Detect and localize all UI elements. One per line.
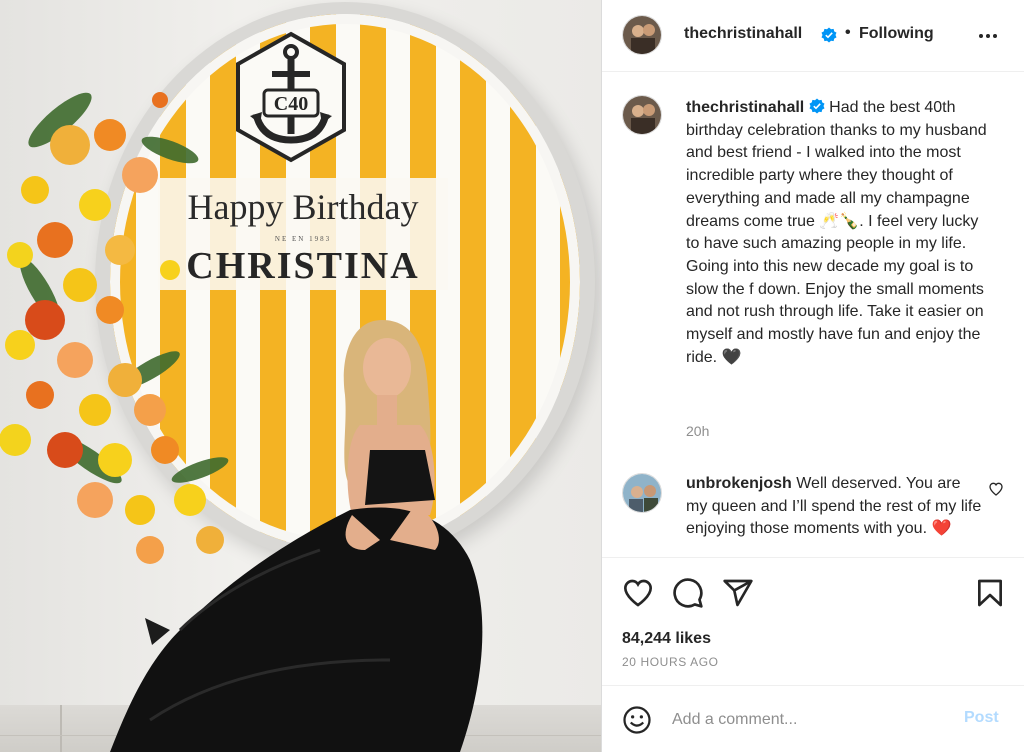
author-avatar[interactable] [622, 95, 662, 135]
post-actions: 84,244 likes 20 HOURS AGO [602, 557, 1024, 685]
share-icon[interactable] [722, 577, 754, 609]
post-caption: thechristinahall Had the best 40th birth… [686, 97, 996, 369]
caption-timestamp[interactable]: 20h [686, 423, 709, 439]
author-avatar[interactable] [622, 15, 662, 55]
post-timestamp[interactable]: 20 HOURS AGO [622, 655, 719, 669]
caption-text: Had the best 40th birthday celebration t… [686, 99, 987, 366]
emoji-icon[interactable] [622, 705, 652, 735]
post-comment-button[interactable]: Post [964, 709, 999, 727]
post-details-panel: thechristinahall • Following thechristin… [601, 0, 1024, 752]
like-count[interactable]: 84,244 likes [622, 630, 711, 648]
heart-icon[interactable] [622, 577, 654, 609]
post-header: thechristinahall • Following [602, 0, 1024, 72]
comments-section[interactable]: thechristinahall Had the best 40th birth… [602, 73, 1024, 557]
comment-item: unbrokenjosh Well deserved. You are my q… [686, 473, 986, 541]
person-in-black-dress [110, 320, 483, 752]
caption-username[interactable]: thechristinahall [686, 99, 804, 116]
bookmark-icon[interactable] [974, 577, 1006, 609]
commenter-avatar[interactable] [622, 473, 662, 513]
add-comment-input[interactable] [672, 709, 942, 731]
comment-like-heart-icon[interactable] [988, 481, 1004, 497]
post-photo[interactable]: C40 Happy Birthday NE EN 1983 CHRISTINA [0, 0, 601, 752]
comment-icon[interactable] [672, 577, 704, 609]
comment-username[interactable]: unbrokenjosh [686, 475, 792, 492]
header-separator: • [845, 24, 851, 41]
comment-composer: Post [602, 685, 1024, 752]
badge-text: C40 [274, 93, 308, 115]
verified-badge-icon [821, 27, 837, 43]
floor-seam [60, 705, 62, 752]
following-button[interactable]: Following [859, 25, 934, 43]
verified-badge-icon [809, 98, 825, 114]
more-options-icon[interactable] [976, 24, 1000, 48]
author-username[interactable]: thechristinahall [684, 25, 802, 43]
